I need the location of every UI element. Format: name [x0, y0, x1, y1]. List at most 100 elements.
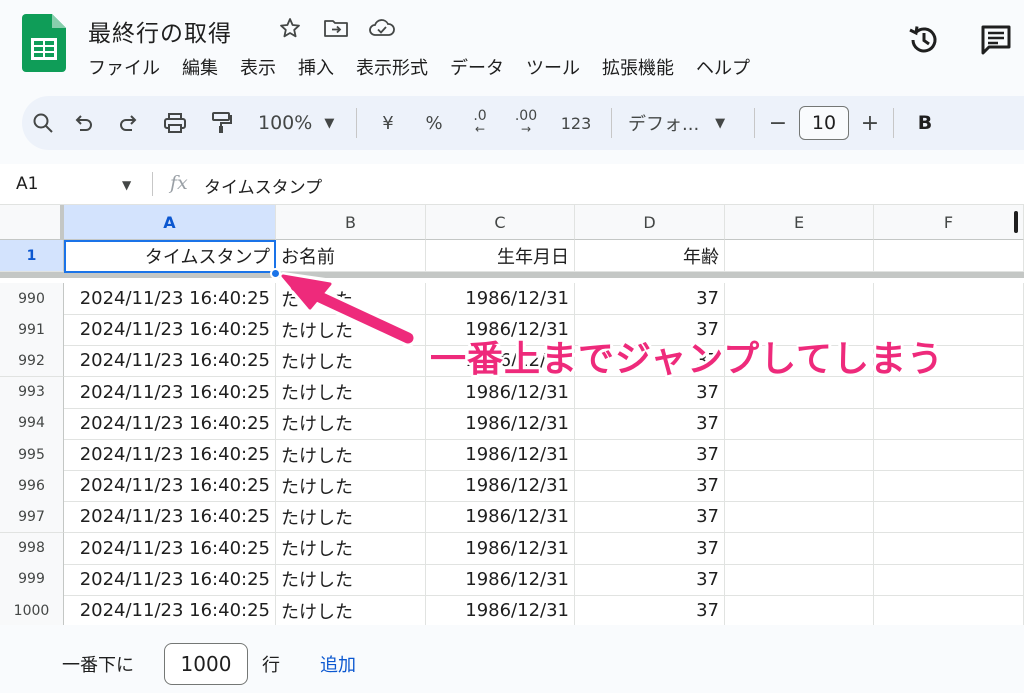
cell-f-data[interactable] [874, 470, 1024, 503]
cell-b-data[interactable]: たけした [276, 501, 426, 534]
cell-b-data[interactable]: たけした [276, 345, 426, 378]
decrease-decimal-button[interactable]: .0 ← [457, 106, 503, 140]
redo-icon[interactable] [106, 106, 152, 140]
cell-a-data[interactable]: 2024/11/23 16:40:25 [64, 470, 276, 503]
spreadsheet-grid[interactable]: A B C D E F 1 タイムスタンプ お名前 生年月日 年齢 990 202… [0, 205, 1024, 625]
menu-data[interactable]: データ [450, 54, 504, 80]
cell-c-data[interactable]: 1986/12/31 [426, 532, 575, 565]
cell-f-data[interactable] [874, 439, 1024, 471]
cell-e-data[interactable] [725, 595, 874, 625]
row-header[interactable]: 997 [0, 501, 64, 534]
frozen-row-divider[interactable] [0, 272, 1024, 278]
row-header[interactable]: 990 [0, 283, 64, 315]
cell-f-data[interactable] [874, 283, 1024, 315]
currency-format-button[interactable]: ¥ [365, 106, 411, 140]
cell-c-data[interactable]: 1986/12/31 [426, 563, 575, 596]
menu-format[interactable]: 表示形式 [356, 54, 428, 80]
add-rows-button[interactable]: 追加 [320, 651, 356, 677]
cell-f1[interactable] [874, 240, 1024, 272]
row-header[interactable]: 993 [0, 376, 64, 409]
percent-format-button[interactable]: % [411, 106, 457, 140]
fill-handle[interactable] [270, 268, 281, 279]
menu-edit[interactable]: 編集 [182, 54, 218, 80]
print-icon[interactable] [152, 106, 198, 140]
cell-a-data[interactable]: 2024/11/23 16:40:25 [64, 376, 276, 409]
cell-a-data[interactable]: 2024/11/23 16:40:25 [64, 283, 276, 315]
row-header[interactable]: 1000 [0, 595, 64, 625]
cell-a1[interactable]: タイムスタンプ [64, 240, 276, 272]
column-header-e[interactable]: E [725, 205, 874, 240]
name-box[interactable]: A1 [16, 174, 38, 194]
cell-f-data[interactable] [874, 501, 1024, 534]
cell-e-data[interactable] [725, 407, 874, 440]
cell-b-data[interactable]: たけした [276, 407, 426, 440]
cell-d-data[interactable]: 37 [575, 532, 725, 565]
formula-input[interactable]: タイムスタンプ [204, 173, 322, 198]
cell-d-data[interactable]: 37 [575, 439, 725, 471]
column-header-b[interactable]: B [276, 205, 426, 240]
cell-f-data[interactable] [874, 407, 1024, 440]
cell-a-data[interactable]: 2024/11/23 16:40:25 [64, 407, 276, 440]
cell-d-data[interactable]: 37 [575, 501, 725, 534]
cell-d-data[interactable]: 37 [575, 563, 725, 596]
cell-e-data[interactable] [725, 439, 874, 471]
row-header-1[interactable]: 1 [0, 240, 64, 272]
cell-c-data[interactable]: 1986/12/31 [426, 283, 575, 315]
cell-d-data[interactable]: 37 [575, 283, 725, 315]
cell-b-data[interactable]: たけした [276, 595, 426, 625]
row-header[interactable]: 994 [0, 407, 64, 440]
cloud-saved-icon[interactable] [368, 14, 396, 42]
cell-b-data[interactable]: たけした [276, 470, 426, 503]
cell-e-data[interactable] [725, 563, 874, 596]
zoom-select[interactable]: 100% ▼ [244, 106, 348, 140]
cell-a-data[interactable]: 2024/11/23 16:40:25 [64, 314, 276, 347]
cell-c-data[interactable]: 1986/12/31 [426, 501, 575, 534]
move-folder-icon[interactable] [322, 14, 350, 42]
cell-a-data[interactable]: 2024/11/23 16:40:25 [64, 563, 276, 596]
menu-help[interactable]: ヘルプ [696, 54, 750, 80]
column-resize-handle[interactable] [1014, 211, 1018, 233]
row-header[interactable]: 996 [0, 470, 64, 503]
decrease-font-size-button[interactable]: − [763, 106, 793, 140]
add-rows-count-input[interactable]: 1000 [164, 643, 248, 685]
cell-c1[interactable]: 生年月日 [426, 240, 575, 272]
undo-icon[interactable] [60, 106, 106, 140]
more-formats-button[interactable]: 123 [549, 106, 603, 140]
row-header[interactable]: 998 [0, 532, 64, 565]
menu-view[interactable]: 表示 [240, 54, 276, 80]
increase-font-size-button[interactable]: + [855, 106, 885, 140]
column-header-d[interactable]: D [575, 205, 725, 240]
row-header[interactable]: 992 [0, 345, 64, 378]
menu-insert[interactable]: 挿入 [298, 54, 334, 80]
column-header-a[interactable]: A [64, 205, 276, 240]
column-header-c[interactable]: C [426, 205, 575, 240]
cell-f-data[interactable] [874, 563, 1024, 596]
history-icon[interactable] [906, 22, 942, 58]
cell-c-data[interactable]: 1986/12/31 [426, 595, 575, 625]
bold-button[interactable]: B [902, 106, 948, 140]
cell-e1[interactable] [725, 240, 874, 272]
cell-d-data[interactable]: 37 [575, 595, 725, 625]
cell-a-data[interactable]: 2024/11/23 16:40:25 [64, 501, 276, 534]
cell-e-data[interactable] [725, 532, 874, 565]
document-title[interactable]: 最終行の取得 [88, 14, 232, 48]
cell-b-data[interactable]: たけした [276, 283, 426, 315]
cell-e-data[interactable] [725, 470, 874, 503]
cell-a-data[interactable]: 2024/11/23 16:40:25 [64, 595, 276, 625]
cell-b-data[interactable]: たけした [276, 563, 426, 596]
row-header[interactable]: 995 [0, 439, 64, 471]
select-all-corner[interactable] [0, 205, 64, 240]
cell-f-data[interactable] [874, 532, 1024, 565]
font-size-input[interactable]: 10 [799, 106, 849, 140]
cell-e-data[interactable] [725, 501, 874, 534]
font-select[interactable]: デフォ... ▼ [620, 106, 746, 140]
cell-a-data[interactable]: 2024/11/23 16:40:25 [64, 345, 276, 378]
cell-a-data[interactable]: 2024/11/23 16:40:25 [64, 532, 276, 565]
chevron-down-icon[interactable]: ▼ [122, 178, 131, 192]
cell-d1[interactable]: 年齢 [575, 240, 725, 272]
menu-file[interactable]: ファイル [88, 54, 160, 80]
comments-icon[interactable] [978, 22, 1014, 58]
sheets-logo-icon[interactable] [22, 14, 66, 72]
cell-b-data[interactable]: たけした [276, 376, 426, 409]
cell-c-data[interactable]: 1986/12/31 [426, 407, 575, 440]
